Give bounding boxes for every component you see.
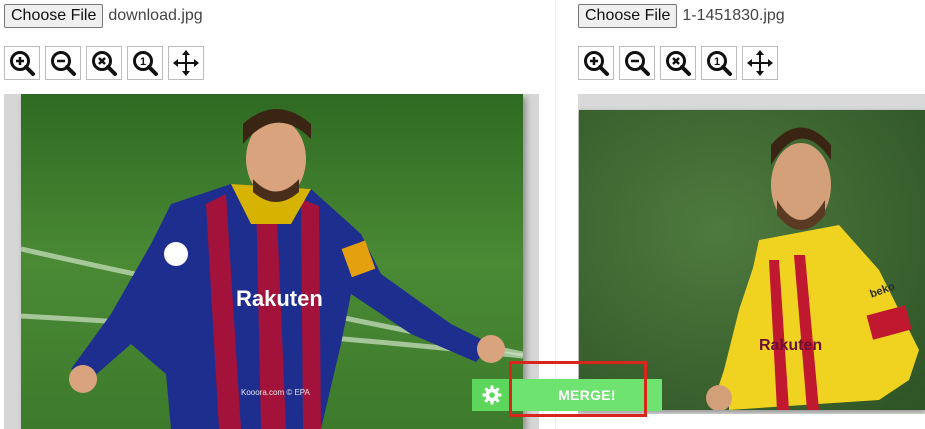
panel-divider-line	[555, 0, 556, 429]
right-file-row: Choose File 1-1451830.jpg	[578, 3, 785, 29]
zoom-reset-icon	[90, 49, 118, 77]
move-icon	[173, 50, 199, 76]
zoom-reset-icon	[664, 49, 692, 77]
zoom-out-icon	[623, 49, 651, 77]
right-toolbar: 1	[578, 46, 778, 80]
left-zoom-reset-button[interactable]	[86, 46, 122, 80]
right-image-panel: Choose File 1-1451830.jpg 1 Rakuten beko	[574, 0, 925, 429]
left-file-name: download.jpg	[108, 7, 203, 24]
zoom-in-icon	[582, 49, 610, 77]
gear-icon	[482, 385, 502, 405]
svg-text:1: 1	[714, 56, 720, 68]
right-choose-file-button[interactable]: Choose File	[578, 4, 678, 28]
right-image-canvas[interactable]: Rakuten beko	[578, 94, 925, 414]
zoom-out-icon	[49, 49, 77, 77]
left-zoom-actual-button[interactable]: 1	[127, 46, 163, 80]
left-choose-file-button[interactable]: Choose File	[4, 4, 104, 28]
merge-button[interactable]: MERGE!	[512, 379, 662, 411]
move-icon	[747, 50, 773, 76]
left-player-photo: Rakuten Kooora.com © EPA	[21, 94, 523, 429]
right-player-photo: Rakuten beko	[579, 110, 925, 410]
svg-text:Rakuten: Rakuten	[759, 337, 822, 354]
right-move-button[interactable]	[742, 46, 778, 80]
left-toolbar: 1	[4, 46, 204, 80]
settings-button[interactable]	[472, 379, 512, 411]
right-zoom-reset-button[interactable]	[660, 46, 696, 80]
panel-divider	[555, 0, 574, 429]
left-file-row: Choose File download.jpg	[4, 3, 203, 29]
left-image-panel: Choose File download.jpg 1 Rakuten Kooor…	[0, 0, 555, 429]
svg-text:Rakuten: Rakuten	[236, 286, 323, 311]
left-zoom-in-button[interactable]	[4, 46, 40, 80]
right-zoom-out-button[interactable]	[619, 46, 655, 80]
right-file-name: 1-1451830.jpg	[682, 7, 785, 24]
left-zoom-out-button[interactable]	[45, 46, 81, 80]
photo-watermark: Kooora.com © EPA	[241, 388, 310, 397]
right-zoom-actual-button[interactable]: 1	[701, 46, 737, 80]
zoom-in-icon	[8, 49, 36, 77]
right-zoom-in-button[interactable]	[578, 46, 614, 80]
left-image-canvas[interactable]: Rakuten Kooora.com © EPA	[4, 94, 539, 429]
svg-text:1: 1	[140, 56, 146, 68]
merge-controls: MERGE!	[472, 379, 662, 411]
zoom-actual-icon: 1	[705, 49, 733, 77]
zoom-actual-icon: 1	[131, 49, 159, 77]
left-move-button[interactable]	[168, 46, 204, 80]
